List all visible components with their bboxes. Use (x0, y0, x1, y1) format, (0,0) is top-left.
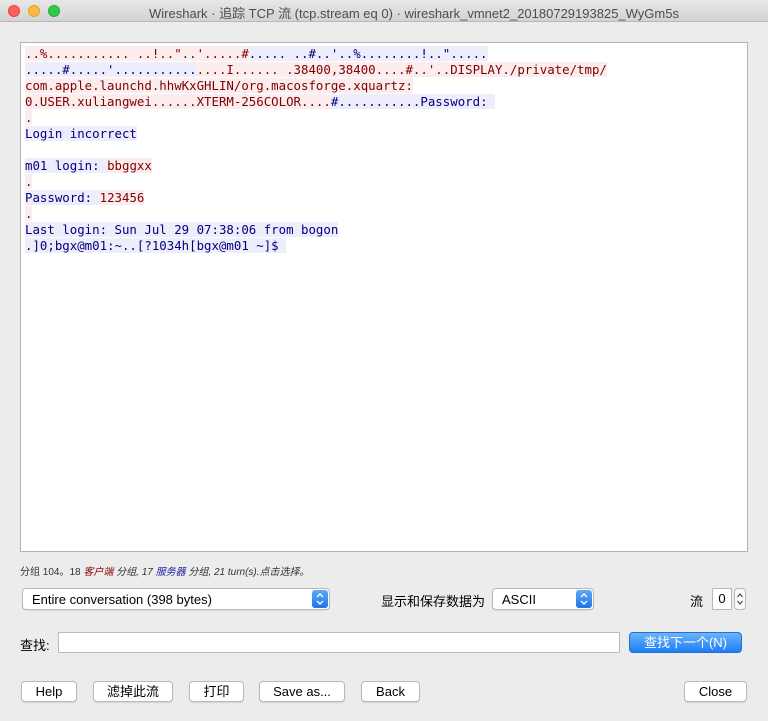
minimize-window-button[interactable] (28, 5, 40, 17)
server-data-segment: .]0;bgx@m01:~..[?1034h[bgx@m01 ~]$ (25, 238, 287, 253)
format-select-value: ASCII (502, 592, 536, 607)
stream-line: 0.USER.xuliangwei......XTERM-256COLOR...… (25, 94, 743, 110)
server-data-segment: .....#.....'........... (25, 62, 197, 77)
stream-line: Last login: Sun Jul 29 07:38:06 from bog… (25, 222, 743, 238)
server-data-segment: Password: (25, 190, 100, 205)
find-input[interactable] (58, 632, 620, 653)
client-label: 客户端 (83, 567, 114, 578)
server-data-segment: ..... ..#..'..%........!.."..... (248, 46, 488, 61)
client-data-segment: 123456 (99, 190, 145, 205)
window-controls (8, 5, 60, 17)
client-data-segment: com.apple.launchd.hhwKxGHLIN/org.macosfo… (25, 78, 413, 93)
format-select[interactable]: ASCII (492, 588, 594, 610)
find-label: 查找: (20, 638, 50, 653)
stream-line: Login incorrect (25, 126, 743, 142)
stream-line: com.apple.launchd.hhwKxGHLIN/org.macosfo… (25, 78, 743, 94)
client-data-segment: ....I...... .38400,38400....#..'..DISPLA… (196, 62, 607, 77)
print-button[interactable]: 打印 (189, 681, 244, 702)
updown-chevron-icon (576, 590, 592, 608)
back-button[interactable]: Back (361, 681, 420, 702)
updown-chevron-icon (312, 590, 328, 608)
stream-line: .]0;bgx@m01:~..[?1034h[bgx@m01 ~]$ (25, 238, 743, 254)
save-as-button[interactable]: Save as... (259, 681, 345, 702)
server-label: 服务器 (155, 567, 186, 578)
filter-out-stream-button[interactable]: 滤掉此流 (93, 681, 173, 702)
stream-line: . (25, 110, 743, 126)
server-data-segment: #........... (330, 94, 421, 109)
stream-line (25, 142, 743, 158)
client-data-segment: . (25, 110, 33, 125)
server-data-segment: m01 login: (25, 158, 108, 173)
stream-index-stepper[interactable] (734, 588, 746, 610)
server-data-segment: Last login: Sun Jul 29 07:38:06 from bog… (25, 222, 339, 237)
close-button[interactable]: Close (684, 681, 747, 702)
zoom-window-button[interactable] (48, 5, 60, 17)
summary-text-2: 分组, 17 (113, 567, 156, 578)
stream-label: 流 (690, 594, 704, 609)
conversation-select-value: Entire conversation (398 bytes) (32, 592, 212, 607)
stream-line: . (25, 174, 743, 190)
title-bar: Wireshark · 追踪 TCP 流 (tcp.stream eq 0) ·… (0, 0, 768, 22)
find-next-button[interactable]: 查找下一个(N) (629, 632, 742, 653)
client-data-segment: 0.USER.xuliangwei......XTERM-256COLOR...… (25, 94, 331, 109)
conversation-select[interactable]: Entire conversation (398 bytes) (22, 588, 330, 610)
packet-summary: 分组 104。18 客户端 分组, 17 服务器 分组, 21 turn(s).… (20, 563, 310, 578)
stepper-arrows-icon (737, 593, 743, 605)
client-data-segment: bbggxx (107, 158, 152, 173)
stream-line: ..%........... ..!.."..'.....#..... ..#.… (25, 46, 743, 62)
stream-line: .....#.....'...............I...... .3840… (25, 62, 743, 78)
help-button[interactable]: Help (21, 681, 77, 702)
server-data-segment: Login incorrect (25, 126, 137, 141)
server-data-segment: Password: (420, 94, 495, 109)
stream-line: . (25, 206, 743, 222)
stream-index-field[interactable]: 0 (712, 588, 732, 610)
client-data-segment: . (25, 174, 33, 189)
format-label: 显示和保存数据为 (381, 594, 486, 609)
client-data-segment: ..%........... ..!.."..'.....# (25, 46, 249, 61)
stream-line: m01 login: bbggxx (25, 158, 743, 174)
window-title: Wireshark · 追踪 TCP 流 (tcp.stream eq 0) ·… (149, 6, 679, 21)
stream-content-pane[interactable]: ..%........... ..!.."..'.....#..... ..#.… (20, 42, 748, 552)
stream-line: Password: 123456 (25, 190, 743, 206)
close-window-button[interactable] (8, 5, 20, 17)
summary-text-3: 分组, 21 turn(s).点击选择。 (185, 567, 310, 578)
client-data-segment: . (25, 206, 33, 221)
summary-text-1: 分组 104。18 (20, 567, 84, 578)
